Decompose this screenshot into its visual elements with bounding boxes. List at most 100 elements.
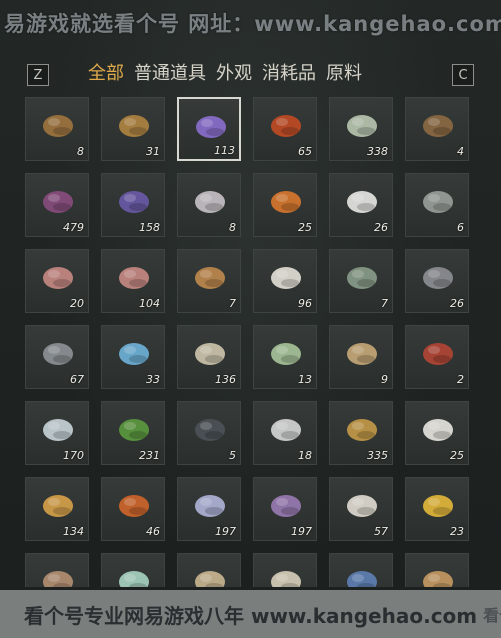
inventory-slot[interactable]: 335 [329,401,393,465]
raw-meat-icon [40,258,76,294]
inventory-slot[interactable]: 18 [253,401,317,465]
item-count: 26 [450,297,464,310]
fish-icon [40,106,76,142]
inventory-slot[interactable]: 197 [253,477,317,541]
inventory-slot[interactable]: 9 [329,325,393,389]
item-count: 46 [146,525,160,538]
inventory-slot[interactable]: 46 [101,477,165,541]
item-count: 104 [139,297,160,310]
inventory-slot[interactable] [405,553,469,587]
inventory-slot[interactable]: 67 [25,325,89,389]
item-count: 231 [139,449,160,462]
small-fish-icon [344,258,380,294]
lavender-herb-icon [116,182,152,218]
item-count: 6 [457,221,464,234]
orange-flower-icon [268,182,304,218]
inventory-slot[interactable]: 134 [25,477,89,541]
inventory-slot[interactable] [253,553,317,587]
paper-packets-icon [116,562,152,587]
inventory-slot[interactable]: 20 [25,249,89,313]
inventory-slot[interactable]: 7 [177,249,241,313]
item-count: 65 [298,145,312,158]
inventory-slot[interactable] [177,553,241,587]
grey-ore-icon [40,334,76,370]
inventory-slot[interactable]: 65 [253,97,317,161]
inventory-slot[interactable]: 7 [329,249,393,313]
red-berry-branch-icon [420,334,456,370]
scroll-icon [192,562,228,587]
inventory-slot[interactable]: 26 [405,249,469,313]
item-count: 335 [367,449,388,462]
inventory-slot[interactable] [25,553,89,587]
item-count: 9 [381,373,388,386]
inventory-slot[interactable]: 2 [405,325,469,389]
bundled-sacks-icon [344,334,380,370]
inventory-slot[interactable]: 113 [177,97,241,161]
inventory-slot[interactable]: 6 [405,173,469,237]
inventory-slot[interactable]: 26 [329,173,393,237]
item-count: 67 [70,373,84,386]
watermark-banner-bottom: 看个号专业网易游戏八年 www.kangehao.com 看个号 [0,590,501,638]
item-count: 31 [146,145,160,158]
prev-tab-key-hint[interactable]: Z [27,64,49,86]
curved-horn-icon [420,562,456,587]
white-sprig-icon [192,182,228,218]
raw-meat-icon [116,258,152,294]
inventory-slot[interactable]: 8 [177,173,241,237]
inventory-slot[interactable]: 104 [101,249,165,313]
golden-shell-icon [344,410,380,446]
inventory-slot[interactable]: 338 [329,97,393,161]
gold-nuggets-icon [40,486,76,522]
item-count: 197 [215,525,236,538]
inventory-slot[interactable]: 23 [405,477,469,541]
inventory-slot[interactable]: 5 [177,401,241,465]
item-count: 20 [70,297,84,310]
inventory-slot[interactable]: 231 [101,401,165,465]
tab-materials[interactable]: 原料 [326,59,362,85]
red-jade-stone-icon [268,106,304,142]
bone-icon [192,334,228,370]
green-melon-icon [268,334,304,370]
inventory-slot[interactable]: 4 [405,97,469,161]
item-count: 7 [229,297,236,310]
inventory-slot[interactable]: 197 [177,477,241,541]
item-count: 113 [214,144,235,157]
white-blossom-herb-icon [40,410,76,446]
tab-appearance[interactable]: 外观 [216,59,252,85]
item-count: 13 [298,373,312,386]
item-count: 479 [63,221,84,234]
tab-all[interactable]: 全部 [88,59,124,85]
item-count: 5 [229,449,236,462]
item-count: 197 [291,525,312,538]
black-white-feather-icon [268,410,304,446]
inventory-slot[interactable]: 479 [25,173,89,237]
inventory-slot[interactable]: 25 [253,173,317,237]
inventory-slot[interactable]: 33 [101,325,165,389]
next-tab-key-hint[interactable]: C [452,64,474,86]
watermark-logo: 看个号 [483,606,501,625]
item-count: 18 [298,449,312,462]
green-leaf-herb-icon [116,410,152,446]
ceramic-jar-icon [268,562,304,587]
inventory-slot[interactable]: 96 [253,249,317,313]
tab-general-items[interactable]: 普通道具 [134,59,206,85]
inventory-slot[interactable]: 158 [101,173,165,237]
tab-consumables[interactable]: 消耗品 [262,59,316,85]
inventory-slot[interactable]: 31 [101,97,165,161]
inventory-slot[interactable]: 57 [329,477,393,541]
spiky-flower-icon [192,486,228,522]
inventory-slot[interactable]: 136 [177,325,241,389]
item-count: 170 [63,449,84,462]
dark-feather-icon [192,410,228,446]
inventory-slot[interactable] [329,553,393,587]
inventory-slot[interactable] [101,553,165,587]
inventory-slot[interactable]: 25 [405,401,469,465]
inventory-slot[interactable]: 13 [253,325,317,389]
inventory-slot[interactable]: 170 [25,401,89,465]
white-flower-herb-icon [344,106,380,142]
horn-icon [344,562,380,587]
bowl-of-milk-icon [420,410,456,446]
inventory-slot[interactable]: 8 [25,97,89,161]
item-count: 4 [457,145,464,158]
item-count: 96 [298,297,312,310]
